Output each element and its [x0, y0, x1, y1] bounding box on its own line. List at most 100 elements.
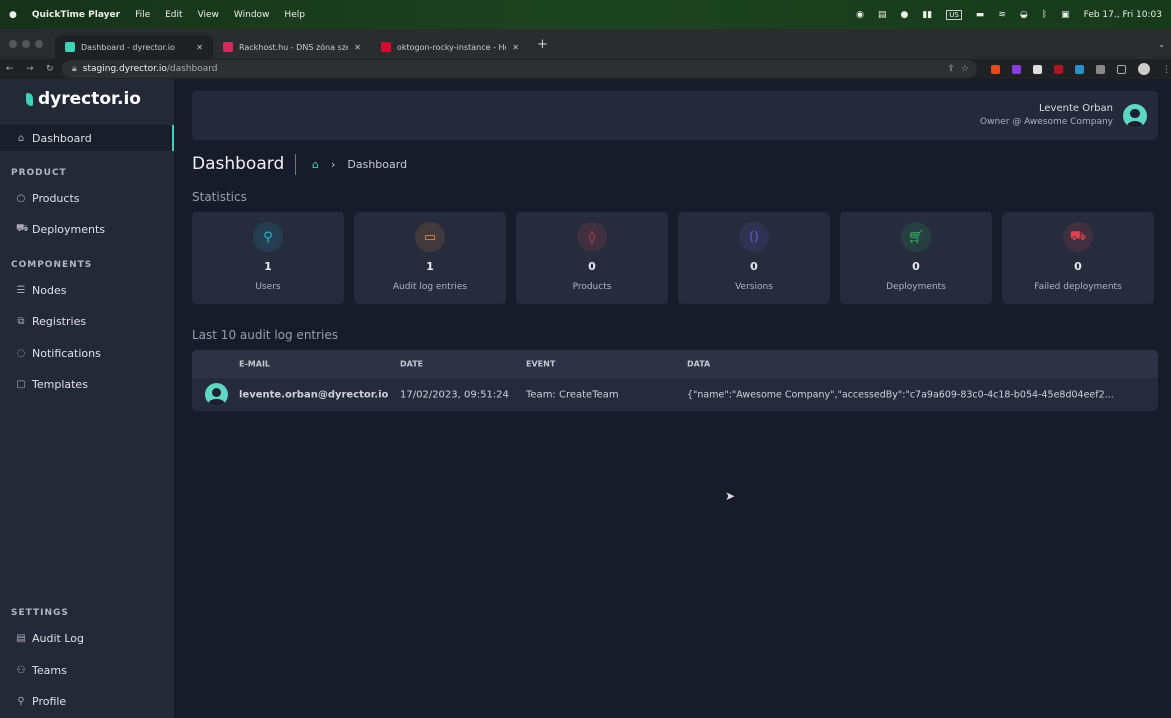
stat-label: Products [572, 282, 612, 292]
sidebar-item-label: Products [32, 191, 80, 205]
stat-card-audit-log-entries: ▭ 1 Audit log entries [354, 212, 506, 304]
statistics: ⚲ 1 Users ▭ 1 Audit log entries ◊ 0 Products ⟨⟩ 0 V… [192, 212, 1154, 304]
window-controls[interactable] [0, 40, 55, 48]
browser-tab-bar: Dashboard - dyrector.io ✕ Rackhost.hu - D… [0, 29, 1171, 59]
app-name[interactable]: QuickTime Player [32, 10, 120, 20]
share-icon[interactable]: ⇪ [947, 64, 955, 74]
avatar[interactable] [1123, 104, 1147, 128]
extension-icon[interactable] [991, 64, 1000, 74]
drop-icon: ◊ [577, 222, 607, 252]
browser-tab[interactable]: oktogon-rocky-instance - Hetz ✕ [371, 35, 529, 59]
extension-icon[interactable] [1054, 64, 1063, 74]
menu-help[interactable]: Help [284, 10, 305, 20]
mouse-cursor: ➤ [725, 489, 736, 503]
sidebar-item-templates[interactable]: ▢ Templates [0, 371, 174, 397]
menu-edit[interactable]: Edit [165, 10, 182, 20]
wifi-icon[interactable]: ≋ [998, 10, 1006, 20]
battery-icon[interactable]: ▬ [976, 10, 985, 20]
sidebar: dyrector.io ⌂ Dashboard PRODUCT ○ Products… [0, 79, 174, 718]
apple-icon[interactable]: ● [9, 10, 17, 20]
tab-title: Rackhost.hu - DNS zóna szerk [238, 42, 349, 52]
tab-title: oktogon-rocky-instance - Hetz [396, 42, 507, 52]
truck-icon: ⛟ [1063, 222, 1093, 252]
record-icon[interactable]: ◉ [856, 10, 864, 20]
document-icon: ▤ [16, 632, 26, 644]
audit-log-table: E-MAIL DATE EVENT DATA levente.orban@dyr… [192, 350, 1158, 411]
sidebar-item-notifications[interactable]: ◌ Notifications [0, 340, 174, 366]
new-tab-icon[interactable]: + [537, 37, 548, 52]
column-header: DATE [400, 359, 424, 369]
code-icon: ⟨⟩ [739, 222, 769, 252]
macos-menu-bar: ● QuickTime Player File Edit View Window… [0, 0, 1171, 29]
column-header: DATA [687, 359, 711, 369]
logo[interactable]: dyrector.io [26, 89, 141, 109]
menu-file[interactable]: File [135, 10, 150, 20]
truck-icon: ⛟ [16, 222, 29, 234]
lock-icon: 🔒︎ [72, 64, 77, 74]
stat-card-users: ⚲ 1 Users [192, 212, 344, 304]
close-icon[interactable]: ✕ [354, 43, 361, 52]
user-icon: ⚲ [17, 695, 25, 707]
extension-icon[interactable] [1033, 64, 1042, 74]
extension-icon[interactable] [1012, 64, 1021, 74]
back-icon[interactable]: ← [6, 64, 14, 74]
tab-title: Dashboard - dyrector.io [81, 42, 175, 52]
sidebar-item-audit-log[interactable]: ▤ Audit Log [0, 625, 174, 651]
sidebar-item-products[interactable]: ○ Products [0, 185, 174, 211]
breadcrumb-item[interactable]: Dashboard [347, 158, 407, 171]
url-host: staging.dyrector.io [82, 64, 167, 74]
sidebar-item-dashboard[interactable]: ⌂ Dashboard [0, 125, 174, 151]
browser-tab[interactable]: Rackhost.hu - DNS zóna szerk ✕ [213, 35, 371, 59]
page-title: Dashboard [192, 154, 285, 174]
user-name: Levente Orban [1038, 103, 1113, 114]
table-row[interactable]: levente.orban@dyrector.io 17/02/2023, 09… [192, 378, 1158, 411]
tab-search-icon[interactable]: ⌄ [1158, 40, 1165, 49]
browser-tab[interactable]: Dashboard - dyrector.io ✕ [55, 35, 213, 59]
sidebar-item-registries[interactable]: ⧉ Registries [0, 308, 174, 334]
statistics-heading: Statistics [192, 190, 247, 204]
divider [295, 154, 296, 175]
close-icon[interactable]: ✕ [512, 43, 519, 52]
clock[interactable]: Feb 17., Fri 10:03 [1084, 10, 1162, 20]
vpn-icon[interactable]: ● [900, 10, 908, 20]
logo-icon [26, 92, 33, 106]
bookmark-star-icon[interactable]: ☆ [961, 64, 969, 74]
sidebar-item-nodes[interactable]: ☰ Nodes [0, 277, 174, 303]
email-cell: levente.orban@dyrector.io [239, 389, 389, 400]
sidebar-item-teams[interactable]: ⚇ Teams [0, 657, 174, 683]
user-info[interactable]: Levente Orban Owner @ Awesome Company [980, 103, 1113, 127]
event-cell: Team: CreateTeam [526, 389, 619, 400]
reload-icon[interactable]: ↻ [46, 64, 54, 74]
forward-icon[interactable]: → [26, 64, 34, 74]
url-input[interactable]: 🔒︎ staging.dyrector.io/dashboard ⇪ ☆ [62, 60, 977, 78]
sidebar-item-deployments[interactable]: ⛟ Deployments [0, 216, 174, 242]
puzzle-icon[interactable] [1096, 64, 1105, 74]
sidebar-item-label: Deployments [32, 222, 106, 236]
docker-icon[interactable]: ◒ [1020, 10, 1028, 20]
status-icon[interactable]: ▤ [878, 10, 887, 20]
stat-value: 0 [750, 260, 758, 273]
stat-card-deployments: 🛒︎ 0 Deployments [840, 212, 992, 304]
stat-label: Failed deployments [1034, 282, 1122, 292]
keyboard-layout[interactable]: US [946, 9, 962, 20]
profile-avatar[interactable] [1138, 63, 1150, 75]
sidebar-item-label: Audit Log [32, 631, 84, 645]
close-icon[interactable]: ✕ [196, 43, 203, 52]
grid-icon[interactable]: ▮▮ [922, 10, 932, 20]
control-center-icon[interactable]: ▣ [1061, 10, 1070, 20]
more-icon[interactable]: ⋮ [1162, 65, 1171, 75]
menu-window[interactable]: Window [234, 10, 270, 20]
section-title: SETTINGS [11, 608, 69, 618]
bluetooth-icon[interactable]: ᛒ [1042, 10, 1047, 20]
extension-icon[interactable] [1075, 64, 1084, 74]
template-icon: ▢ [16, 378, 26, 390]
sidepanel-icon[interactable] [1117, 64, 1126, 74]
menu-view[interactable]: View [198, 10, 219, 20]
stat-label: Audit log entries [392, 282, 468, 292]
home-icon[interactable]: ⌂ [312, 158, 319, 171]
sidebar-item-label: Notifications [32, 346, 101, 360]
sidebar-item-label: Nodes [32, 283, 67, 297]
sidebar-item-profile[interactable]: ⚲ Profile [0, 688, 174, 714]
stat-value: 1 [264, 260, 272, 273]
stat-value: 1 [426, 260, 434, 273]
